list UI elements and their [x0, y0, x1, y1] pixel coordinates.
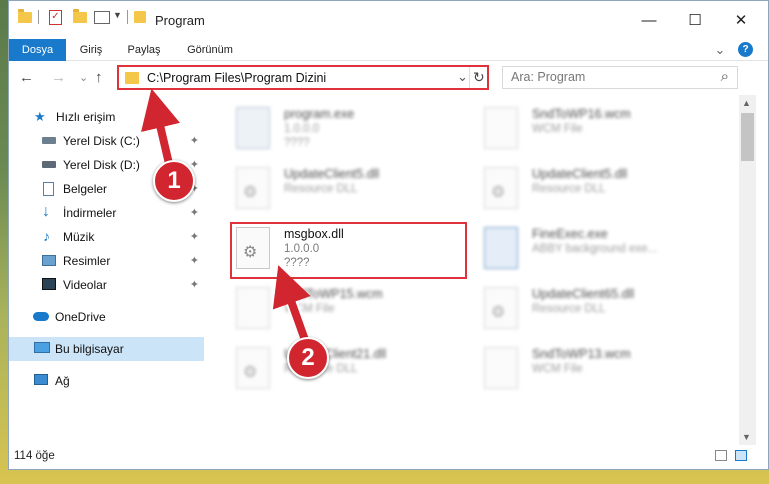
callout-step-1: 1: [153, 160, 195, 202]
callout-step-2: 2: [287, 337, 329, 379]
arrow-2: [272, 265, 311, 342]
annotation-arrows: [141, 88, 311, 342]
